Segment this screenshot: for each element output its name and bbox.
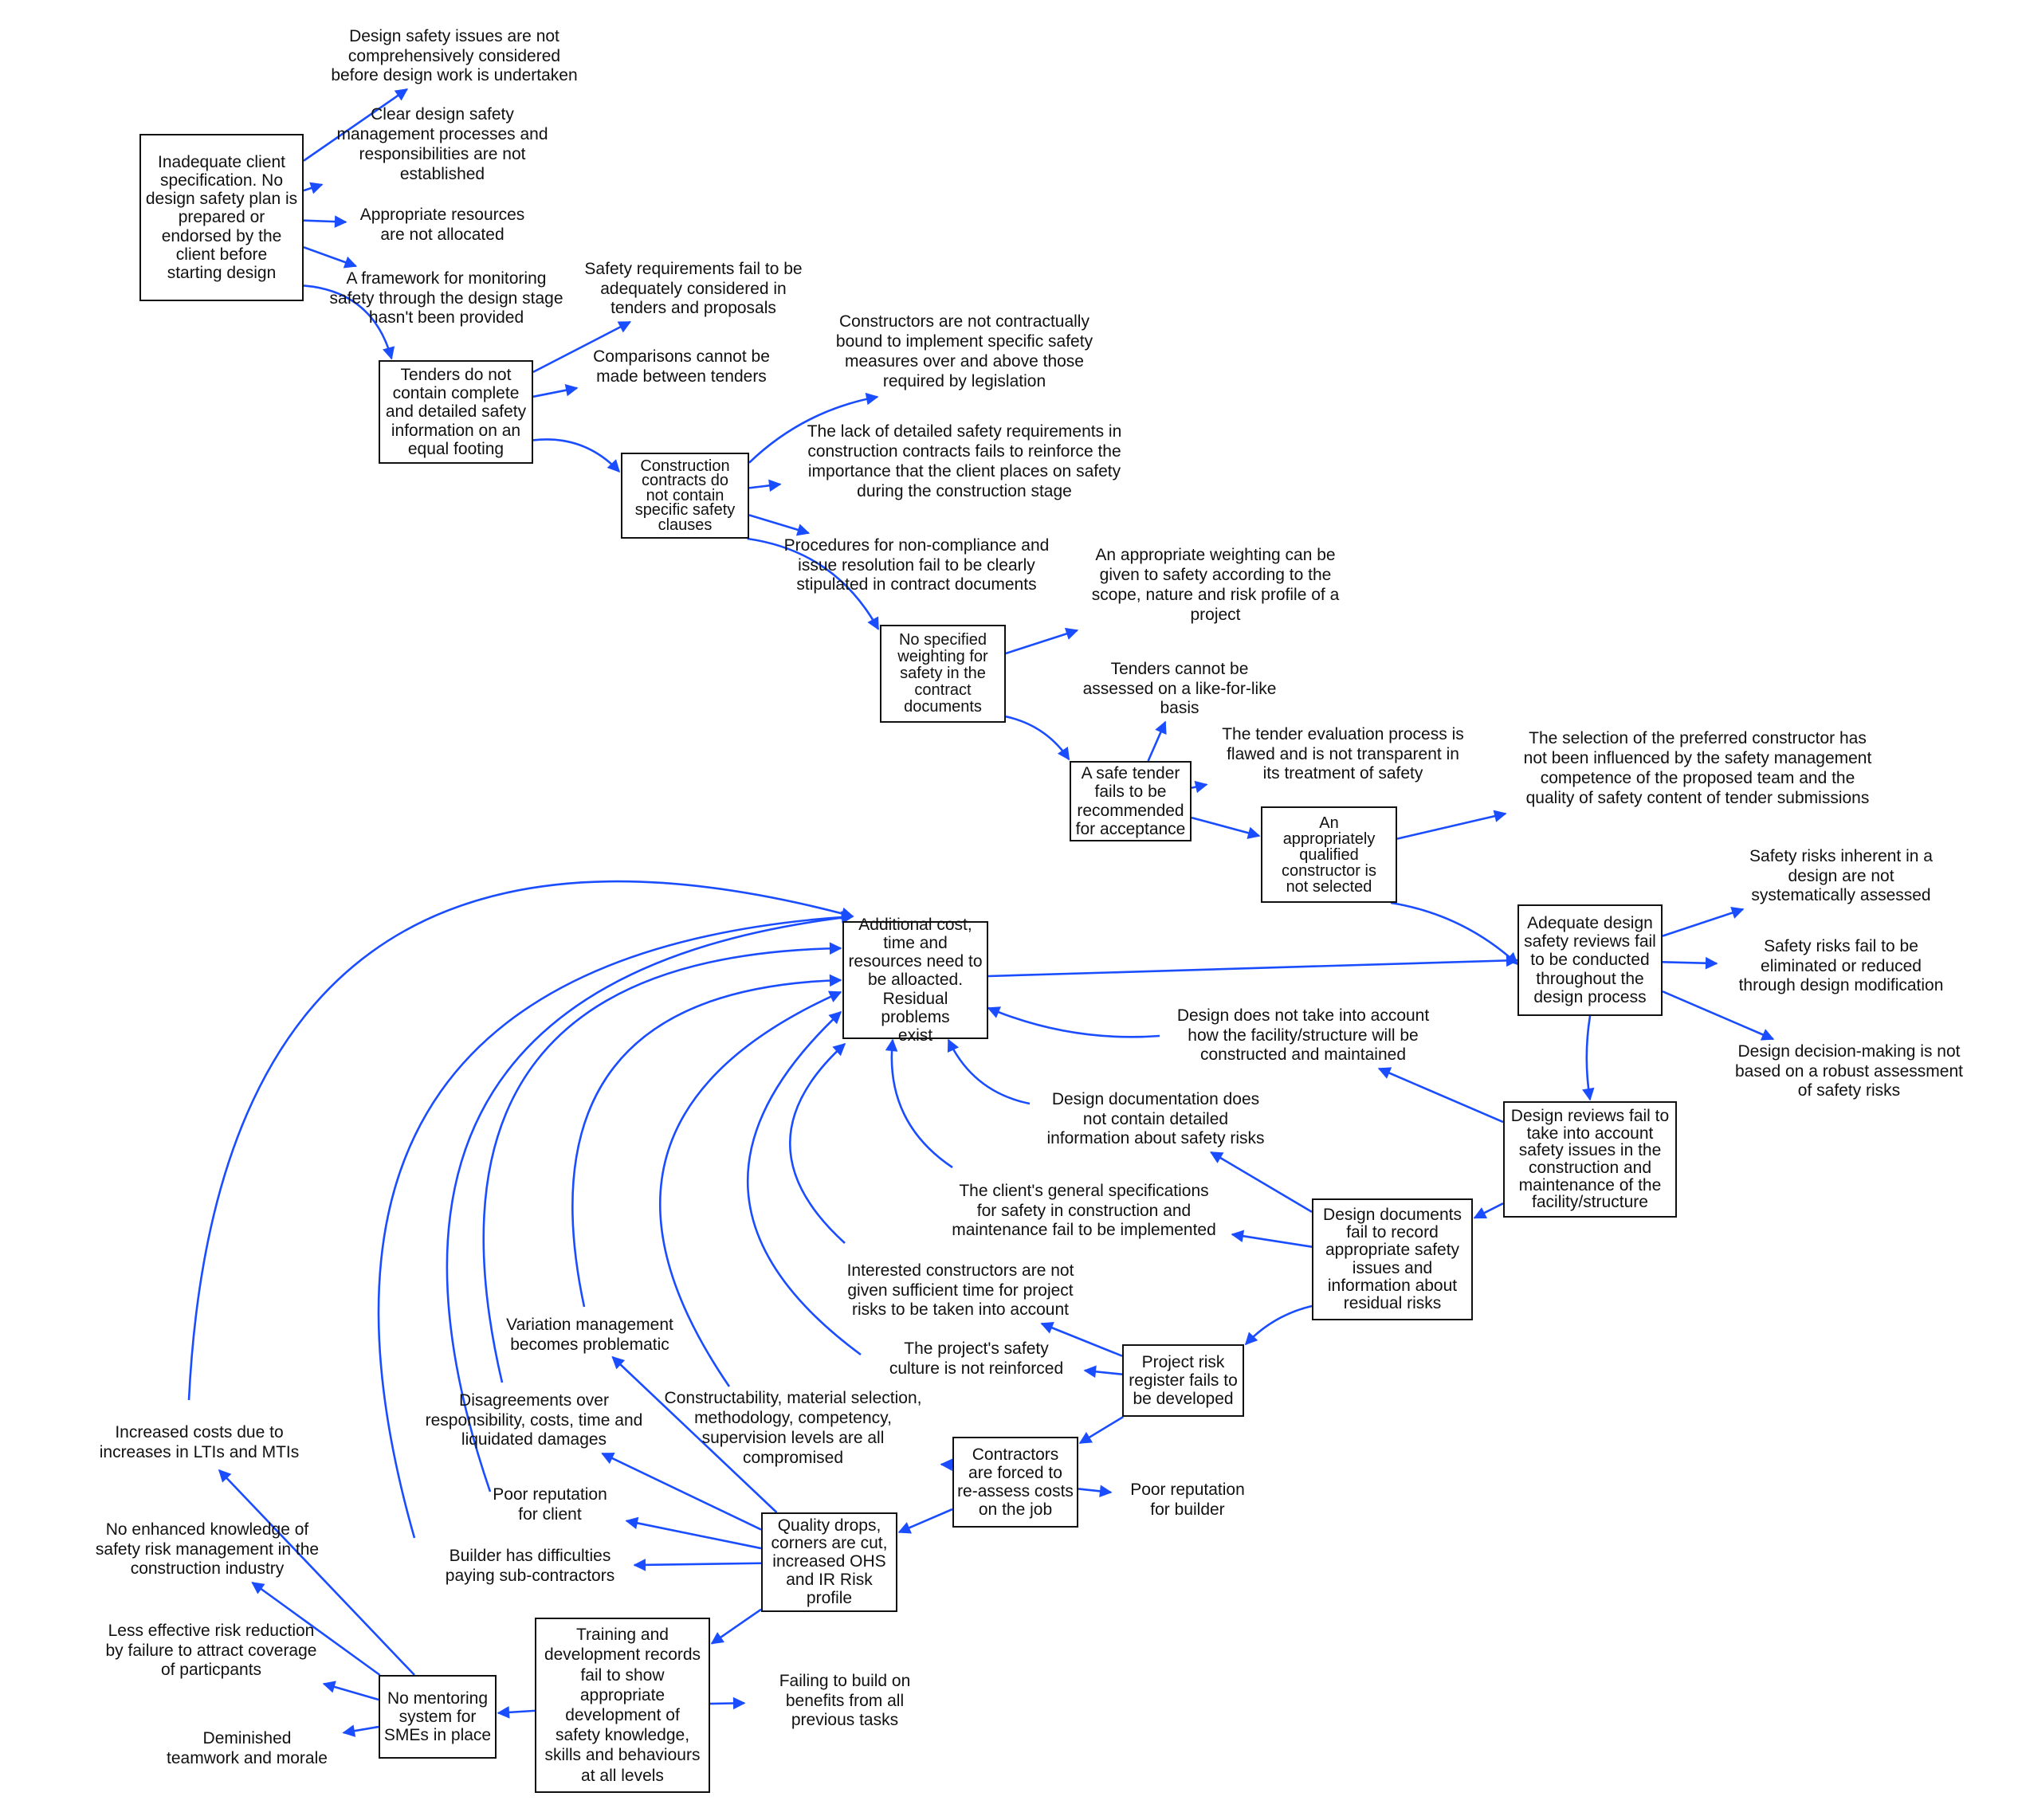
node-constructability-compromised: Constructability, material selection, me… [664, 1389, 922, 1467]
connector-arrow-risk-register-fails-to-culture-not-reinforced [1083, 1365, 1123, 1379]
connector-arrow-documents-fail-record-to-client-specs-not-implemented [1231, 1230, 1313, 1248]
node-insufficient-time: Interested constructors are not given su… [846, 1261, 1074, 1320]
connector-arrow-tenders-incomplete-to-comparisons-impossible [532, 383, 579, 398]
connector-arrow-no-weighting-to-safe-tender-fails [1005, 715, 1070, 761]
connector-arrow-qualified-not-selected-to-reviews-not-conducted [1390, 901, 1519, 966]
connector-arrow-reviews-fail-account-to-documents-fail-record [1473, 1202, 1504, 1219]
connector-arrow-risk-register-fails-to-contractors-reassess [1078, 1415, 1125, 1445]
node-quality-drops: Quality drops, corners are cut, increase… [761, 1512, 897, 1612]
connector-arrow-design-not-account-to-additional-cost [987, 1006, 1160, 1038]
node-no-specified-weighting: No specified weighting for safety in the… [880, 625, 1006, 723]
node-contractors-reassess-costs: Contractors are forced to re-assess cost… [952, 1437, 1078, 1528]
node-contracts-no-safety-clauses: Construction contracts do not contain sp… [621, 453, 749, 539]
node-variation-problematic: Variation management becomes problematic [506, 1316, 673, 1354]
node-no-mentoring-system: No mentoring system for SMEs in place [379, 1675, 497, 1759]
connector-arrow-quality-drops-to-poor-rep-client [625, 1516, 762, 1550]
node-less-effective-risk-reduction: Less effective risk reduction by failure… [105, 1621, 317, 1680]
node-design-not-account-construction: Design does not take into account how th… [1176, 1006, 1430, 1065]
node-inadequate-client-specification: Inadequate client specification. No desi… [139, 134, 304, 301]
node-design-documents-fail-record: Design documents fail to record appropri… [1312, 1198, 1473, 1320]
connector-arrow-contractors-reassess-to-poor-rep-builder [1078, 1485, 1113, 1498]
node-lack-detailed-requirements: The lack of detailed safety requirements… [807, 422, 1122, 500]
node-design-reviews-fail-account: Design reviews fail to take into account… [1503, 1101, 1677, 1218]
connector-arrow-insufficient-time-to-additional-cost [789, 1042, 846, 1244]
node-documentation-no-safety-info: Design documentation does not contain de… [1046, 1089, 1265, 1148]
node-poor-reputation-client: Poor reputation for client [493, 1485, 607, 1524]
connector-arrow-contracts-no-clauses-to-lack-detailed-req [748, 479, 782, 492]
node-client-specs-not-implemented: The client's general specifications for … [952, 1181, 1216, 1240]
node-safety-requirements-not-considered: Safety requirements fail to be adequatel… [584, 259, 803, 318]
connector-arrow-documentation-no-info-to-additional-cost [947, 1038, 1031, 1105]
node-no-enhanced-knowledge: No enhanced knowledge of safety risk man… [95, 1520, 320, 1579]
node-decision-not-robust: Design decision-making is not based on a… [1734, 1041, 1963, 1100]
connector-arrow-reviews-not-conducted-to-risks-not-eliminated [1662, 956, 1718, 970]
node-framework-not-provided: A framework for monitoring safety throug… [329, 269, 563, 328]
connector-arrow-documents-fail-record-to-risk-register-fails [1244, 1304, 1313, 1346]
node-design-safety-issues-not-considered: Design safety issues are not comprehensi… [331, 26, 578, 85]
node-clear-processes-not-established: Clear design safety management processes… [336, 105, 548, 183]
connector-arrow-safe-tender-fails-to-tenders-not-like-for-like [1147, 720, 1167, 762]
node-design-reviews-not-conducted: Adequate design safety reviews fail to b… [1517, 904, 1663, 1016]
cause-effect-diagram: Inadequate client specification. No desi… [0, 0, 2018, 1820]
node-disagreements: Disagreements over responsibility, costs… [425, 1390, 643, 1449]
connector-arrow-additional-cost-to-reviews-not-conducted [987, 954, 1519, 978]
node-builder-payment-difficulties: Builder has difficulties paying sub-cont… [445, 1547, 615, 1585]
node-resources-not-allocated: Appropriate resources are not allocated [359, 206, 525, 244]
node-poor-reputation-builder: Poor reputation for builder [1130, 1481, 1245, 1519]
node-selection-not-influenced: The selection of the preferred construct… [1523, 729, 1872, 807]
connector-arrow-contractors-reassess-to-quality-drops [897, 1508, 953, 1534]
node-qualified-constructor-not-selected: An appropriately qualified constructor i… [1261, 806, 1397, 903]
connector-arrow-quality-drops-to-builder-difficulties [633, 1559, 762, 1571]
connector-arrow-no-weighting-to-weighting-can-be-given [1005, 627, 1079, 655]
connector-arrow-reviews-not-conducted-to-reviews-fail-account [1582, 1015, 1595, 1101]
node-safe-tender-fails: A safe tender fails to be recommended fo… [1070, 761, 1192, 841]
connector-arrow-no-mentoring-to-diminished-teamwork [342, 1724, 379, 1737]
node-risks-not-assessed: Safety risks inherent in a design are no… [1749, 846, 1933, 905]
node-risks-not-eliminated: Safety risks fail to be eliminated or re… [1738, 936, 1944, 995]
connector-arrow-variation-problematic-to-additional-cost [571, 974, 842, 1308]
node-failing-build-benefits: Failing to build on benefits from all pr… [779, 1671, 911, 1730]
connector-arrow-tenders-incomplete-to-contracts-no-clauses [532, 438, 621, 473]
node-comparisons-impossible: Comparisons cannot be made between tende… [593, 347, 770, 386]
node-noncompliance-procedures: Procedures for non-compliance and issue … [783, 535, 1050, 594]
connector-arrow-training-records-fail-to-failing-build-benefits [709, 1696, 746, 1710]
connector-arrow-safe-tender-fails-to-qualified-not-selected [1191, 816, 1261, 839]
node-tenders-not-like-for-like: Tenders cannot be assessed on a like-for… [1082, 659, 1277, 718]
connector-arrow-reviews-fail-account-to-design-not-account [1377, 1067, 1504, 1124]
connector-arrow-quality-drops-to-training-records-fail [710, 1608, 762, 1645]
connector-arrow-inadequate-spec-to-resources-not-allocated [303, 215, 347, 228]
node-safety-culture-not-reinforced: The project's safety culture is not rein… [889, 1340, 1064, 1378]
node-constructors-not-bound: Constructors are not contractually bound… [835, 312, 1093, 390]
node-diminished-teamwork: Deminished teamwork and morale [167, 1729, 328, 1767]
node-risk-register-fails: Project risk register fails to be develo… [1122, 1344, 1244, 1417]
connector-arrow-training-records-fail-to-no-mentoring [497, 1706, 536, 1719]
node-tenders-incomplete: Tenders do not contain complete and deta… [379, 360, 533, 464]
connector-arrow-qualified-not-selected-to-selection-not-influenced [1396, 810, 1507, 840]
node-training-records-fail: Training and development records fail to… [535, 1618, 710, 1793]
node-evaluation-flawed: The tender evaluation process is flawed … [1222, 724, 1464, 783]
node-weighting-can-be-given: An appropriate weighting can be given to… [1091, 546, 1340, 624]
node-increased-costs-lti: Increased costs due to increases in LTIs… [99, 1423, 300, 1461]
connector-arrow-client-specs-not-implemented-to-additional-cost [885, 1038, 953, 1169]
node-additional-cost-residual-problems: Additional cost, time and resources need… [842, 916, 988, 1045]
connector-arrow-no-mentoring-to-less-effective-reduction [322, 1681, 379, 1701]
